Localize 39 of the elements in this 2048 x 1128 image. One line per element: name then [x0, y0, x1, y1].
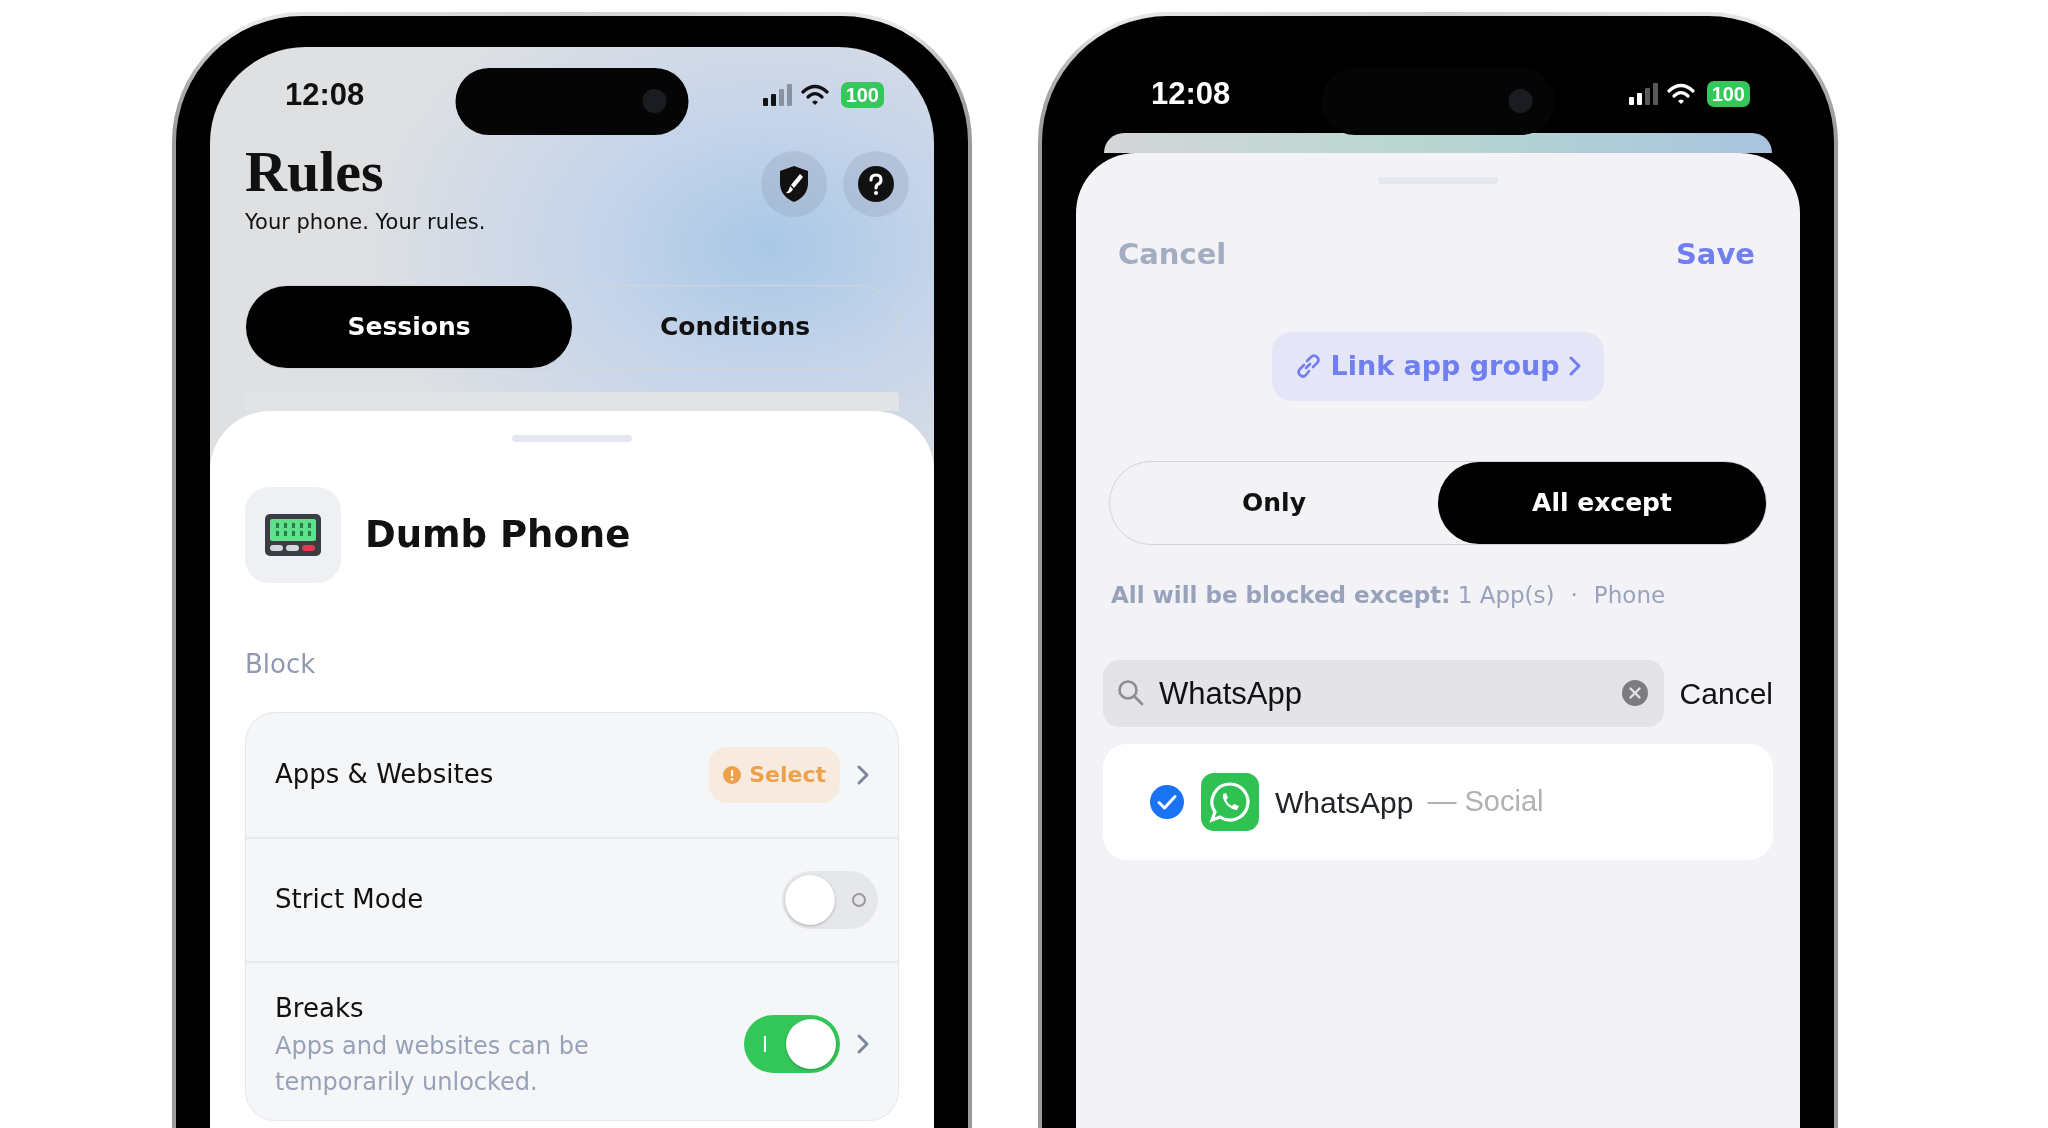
link-icon	[1294, 352, 1323, 380]
status-time: 12:08	[285, 75, 365, 114]
search-cancel-button[interactable]: Cancel	[1679, 671, 1773, 716]
separator-dot: ·	[1570, 580, 1578, 610]
row-label: Apps & Websites	[275, 758, 494, 791]
signal-icon	[762, 84, 793, 106]
checkmark-icon[interactable]	[1149, 784, 1185, 820]
status-time: 12:08	[1151, 74, 1231, 113]
signal-icon	[1628, 83, 1659, 105]
segment-tab[interactable]: All except	[1438, 461, 1766, 544]
shield-brush-icon	[778, 164, 810, 203]
app-name: WhatsApp	[1275, 784, 1414, 821]
row-label: Breaks	[275, 991, 365, 1025]
row-label: Strict Mode	[275, 883, 424, 916]
summary-text: All will be blocked except: 1 App(s)	[1111, 580, 1555, 610]
app-category: — Social	[1427, 784, 1544, 820]
profile-name: Dumb Phone	[365, 511, 631, 558]
pager-icon	[264, 512, 322, 557]
warning-icon	[723, 765, 742, 784]
page-subtitle: Your phone. Your rules.	[245, 209, 486, 236]
row-description: Apps and websites can be temporarily unlocked.	[275, 1030, 590, 1098]
toggle-switch[interactable]	[744, 1015, 840, 1073]
chat-phone-icon	[1201, 773, 1259, 831]
wifi-icon	[800, 84, 829, 106]
help-icon	[857, 164, 895, 203]
chevron-icon	[1567, 355, 1582, 377]
clear-icon[interactable]	[1621, 680, 1648, 706]
summary-category: Phone	[1593, 580, 1666, 610]
battery-indicator: 100	[840, 82, 884, 108]
segment-tab[interactable]: Sessions	[246, 285, 572, 368]
section-label: Block	[245, 647, 317, 681]
search-field[interactable]: WhatsApp	[1103, 660, 1664, 727]
segment-tab[interactable]: Conditions	[572, 285, 898, 368]
segment-tab[interactable]: Only	[1110, 461, 1438, 544]
page-title: Rules	[245, 143, 385, 201]
wifi-icon	[1666, 83, 1695, 105]
search-icon	[1117, 679, 1145, 707]
battery-indicator: 100	[1706, 81, 1750, 107]
result-row[interactable]: WhatsApp — Social	[1103, 744, 1773, 860]
